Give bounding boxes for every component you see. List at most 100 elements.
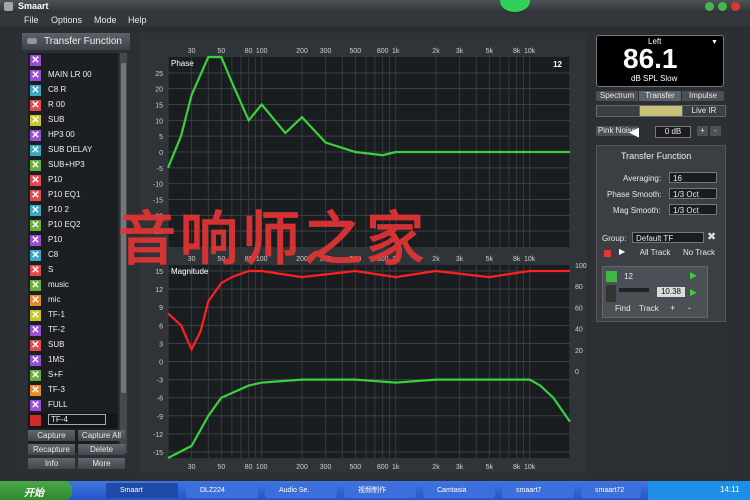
- menu-options[interactable]: Options: [51, 15, 82, 25]
- tf-list-item[interactable]: ✕ SUB DELAY: [28, 143, 118, 158]
- tf-visibility-icon[interactable]: ✕: [30, 325, 41, 336]
- tf-list-item[interactable]: ✕ TF-2: [28, 323, 118, 338]
- tf-list-item[interactable]: ✕ TF-1: [28, 308, 118, 323]
- maximize-icon[interactable]: [718, 2, 727, 11]
- tf-list-item[interactable]: ✕ P10 EQ1: [28, 188, 118, 203]
- speaker-icon[interactable]: ◀: [629, 124, 639, 140]
- track-button[interactable]: Track: [639, 304, 659, 313]
- tf-list-item[interactable]: ✕ P10: [28, 233, 118, 248]
- track-add-button[interactable]: +: [670, 303, 675, 313]
- live-ir-button[interactable]: Live IR: [682, 105, 726, 117]
- task-smaart7[interactable]: smaart7: [502, 483, 574, 498]
- tf-visibility-icon[interactable]: ✕: [30, 385, 41, 396]
- tf-list-item[interactable]: ✕: [28, 53, 118, 68]
- tf-visibility-icon[interactable]: ✕: [30, 70, 41, 81]
- tf-list-item[interactable]: ✕ R 00: [28, 98, 118, 113]
- tf-visibility-icon[interactable]: ✕: [30, 115, 41, 126]
- tab-spectrum[interactable]: Spectrum: [596, 91, 638, 101]
- minimize-icon[interactable]: [705, 2, 714, 11]
- tf-visibility-icon[interactable]: ✕: [30, 145, 41, 156]
- tools-icon[interactable]: ✖: [707, 230, 716, 243]
- tf-visibility-icon[interactable]: ✕: [30, 85, 41, 96]
- group-select[interactable]: Default TF: [632, 232, 704, 243]
- view-single-button[interactable]: [596, 105, 640, 117]
- tf-visibility-icon[interactable]: ✕: [30, 55, 41, 66]
- task-smaart72[interactable]: smaart72: [581, 483, 641, 498]
- no-track-button[interactable]: No Track: [679, 248, 719, 258]
- tf-list-item[interactable]: ✕ MAIN LR 00: [28, 68, 118, 83]
- menu-mode[interactable]: Mode: [94, 15, 117, 25]
- tf-list-item[interactable]: ✕ P10: [28, 173, 118, 188]
- tf-list-item[interactable]: ✕ SUB: [28, 338, 118, 353]
- tf-list-item[interactable]: ✕ HP3 00: [28, 128, 118, 143]
- tf-visibility-icon[interactable]: ✕: [30, 220, 41, 231]
- all-track-button[interactable]: All Track: [635, 248, 675, 258]
- level-down-button[interactable]: -: [710, 126, 721, 136]
- magnitude-plot[interactable]: 15129630-3-6-9-12-1510080604020030 50 80 10…: [153, 256, 587, 471]
- tf-list-item[interactable]: TF-4: [28, 413, 118, 428]
- tf-visibility-icon[interactable]: ✕: [30, 235, 41, 246]
- task-dlz224[interactable]: DLZ224: [186, 483, 258, 498]
- track-color-swatch[interactable]: [606, 271, 617, 282]
- tf-list-item[interactable]: ✕ mic: [28, 293, 118, 308]
- tf-visibility-icon[interactable]: ✕: [30, 295, 41, 306]
- tf-visibility-icon[interactable]: ✕: [30, 265, 41, 276]
- level-up-button[interactable]: +: [697, 126, 708, 136]
- view-dual-button[interactable]: [639, 105, 683, 117]
- start-button[interactable]: 开始: [0, 481, 72, 500]
- tf-visibility-icon[interactable]: ✕: [30, 340, 41, 351]
- level-field[interactable]: 0 dB: [655, 126, 691, 138]
- play-icon[interactable]: ▶: [619, 247, 625, 256]
- tf-list-item[interactable]: ✕ S: [28, 263, 118, 278]
- track-slider[interactable]: [619, 288, 649, 292]
- tab-transfer[interactable]: Transfer: [639, 91, 681, 101]
- task-smaart[interactable]: Smaart: [106, 483, 178, 498]
- task-audio[interactable]: Audio Se.: [265, 483, 337, 498]
- delay-play-icon[interactable]: ▶: [690, 287, 697, 298]
- recapture-button[interactable]: Recapture: [28, 444, 75, 455]
- phase-smooth-select[interactable]: 1/3 Oct: [669, 188, 717, 199]
- more-button[interactable]: More: [78, 458, 125, 469]
- tf-visibility-icon[interactable]: ✕: [30, 370, 41, 381]
- delay-field[interactable]: 10.38: [657, 287, 685, 297]
- menu-file[interactable]: File: [24, 15, 39, 25]
- averaging-select[interactable]: 16: [669, 172, 717, 183]
- info-button[interactable]: Info: [28, 458, 75, 469]
- tf-visibility-icon[interactable]: ✕: [30, 205, 41, 216]
- tf-visibility-icon[interactable]: ✕: [30, 400, 41, 411]
- tf-visibility-icon[interactable]: ✕: [30, 130, 41, 141]
- tf-visibility-icon[interactable]: ✕: [30, 160, 41, 171]
- track-play-icon[interactable]: ▶: [690, 270, 697, 281]
- tf-visibility-icon[interactable]: ✕: [30, 355, 41, 366]
- tf-list-item[interactable]: ✕ C8 R: [28, 83, 118, 98]
- delete-button[interactable]: Delete: [78, 444, 125, 455]
- tf-list-item[interactable]: ✕ P10 2: [28, 203, 118, 218]
- tf-list-item[interactable]: ✕ P10 EQ2: [28, 218, 118, 233]
- collapse-icon[interactable]: [27, 38, 37, 44]
- menu-help[interactable]: Help: [128, 15, 147, 25]
- tf-visibility-icon[interactable]: ✕: [30, 310, 41, 321]
- tf-list-item[interactable]: ✕ C8: [28, 248, 118, 263]
- close-icon[interactable]: [731, 2, 740, 11]
- tf-list-item[interactable]: ✕ FULL: [28, 398, 118, 413]
- tf-list-item[interactable]: ✕ SUB: [28, 113, 118, 128]
- tab-impulse[interactable]: Impulse: [682, 91, 724, 101]
- tf-list-item[interactable]: ✕ music: [28, 278, 118, 293]
- task-video[interactable]: 视频制作: [344, 483, 416, 498]
- find-button[interactable]: Find: [615, 304, 631, 313]
- spl-menu-icon[interactable]: ▼: [711, 39, 718, 46]
- tf-list-item[interactable]: ✕ SUB+HP3: [28, 158, 118, 173]
- stop-button[interactable]: [604, 250, 611, 257]
- tf-visibility-icon[interactable]: ✕: [30, 175, 41, 186]
- tf-list-item[interactable]: ✕ TF-3: [28, 383, 118, 398]
- tf-list-item[interactable]: ✕ S+F: [28, 368, 118, 383]
- tf-list-item[interactable]: ✕ 1MS: [28, 353, 118, 368]
- tf-visibility-icon[interactable]: ✕: [30, 280, 41, 291]
- tf-visibility-icon[interactable]: ✕: [30, 250, 41, 261]
- tf-visibility-icon[interactable]: ✕: [30, 100, 41, 111]
- tf-visibility-icon[interactable]: ✕: [30, 190, 41, 201]
- task-camtasia[interactable]: Camtasia: [423, 483, 495, 498]
- mag-smooth-select[interactable]: 1/3 Oct: [669, 204, 717, 215]
- track-remove-button[interactable]: -: [688, 303, 691, 313]
- capture-button[interactable]: Capture: [28, 430, 75, 441]
